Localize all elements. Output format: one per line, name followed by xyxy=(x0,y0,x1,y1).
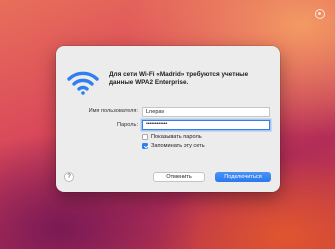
help-button[interactable]: ? xyxy=(64,172,74,182)
remember-network-box[interactable] xyxy=(142,143,148,149)
cancel-button[interactable]: Отменить xyxy=(153,172,205,182)
remember-network-checkbox[interactable]: Запоминать эту сеть xyxy=(142,143,205,149)
password-field[interactable]: •••••••••••• xyxy=(142,120,270,130)
connect-button[interactable]: Подключиться xyxy=(215,172,271,182)
show-password-box[interactable] xyxy=(142,134,148,140)
status-icon[interactable] xyxy=(315,9,325,19)
password-label: Пароль: xyxy=(117,122,138,128)
username-label: Имя пользователя: xyxy=(88,108,138,114)
dialog-message: Для сети Wi-Fi «Madrid» требуются учетны… xyxy=(109,71,249,86)
show-password-label: Показывать пароль xyxy=(151,134,202,140)
username-field[interactable]: Lnepav xyxy=(142,107,270,117)
wifi-auth-dialog: Для сети Wi-Fi «Madrid» требуются учетны… xyxy=(56,46,280,192)
show-password-checkbox[interactable]: Показывать пароль xyxy=(142,134,202,140)
remember-network-label: Запоминать эту сеть xyxy=(151,143,205,149)
wifi-icon xyxy=(67,71,99,95)
